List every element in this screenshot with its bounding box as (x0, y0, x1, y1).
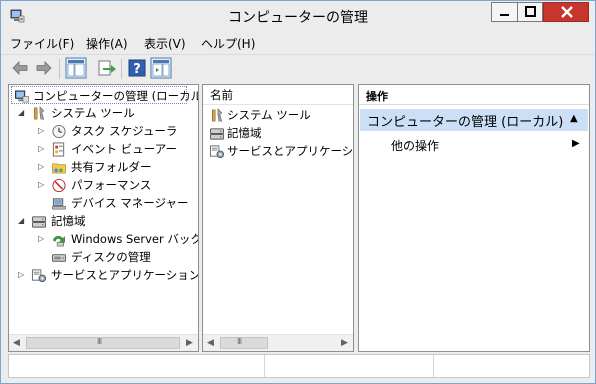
svg-text:?: ? (133, 62, 141, 77)
column-name-header: 名前 (210, 88, 233, 102)
tree-item-disk-management[interactable]: ディスクの管理 (9, 248, 197, 266)
show-hide-action-pane-icon[interactable] (150, 57, 172, 79)
list-item-label: システム ツール (227, 108, 311, 122)
tree-item-label: Windows Server バック (71, 232, 199, 246)
menu-file[interactable]: ファイル(F) (10, 35, 74, 52)
minimize-icon (500, 14, 509, 16)
more-actions-item[interactable]: 他の操作 (391, 137, 439, 154)
scroll-right-icon[interactable]: ▶ (186, 338, 193, 348)
action-pane-title: 操作 (366, 90, 388, 103)
tree-item-windows-server-backup[interactable]: ▷ Windows Server バック (9, 230, 199, 248)
task-scheduler-icon (52, 124, 66, 139)
collapsed-arrow-icon[interactable]: ▷ (38, 122, 44, 140)
menu-bar: ファイル(F) 操作(A) 表示(V) ヘルプ(H) (1, 32, 595, 53)
collapsed-arrow-icon[interactable]: ▷ (38, 158, 44, 176)
system-tools-icon (212, 108, 223, 122)
status-bar-divider (264, 355, 265, 377)
status-bar-divider (433, 355, 434, 377)
action-section-header[interactable]: コンピューターの管理 (ローカル) ▲ (360, 109, 588, 131)
maximize-button[interactable] (517, 2, 543, 22)
tree-item-event-viewer[interactable]: ▷ イベント ビューアー (9, 140, 197, 158)
submenu-arrow-icon[interactable]: ▶ (572, 138, 580, 149)
scroll-grip-icon: III (97, 337, 102, 346)
title-bar[interactable]: コンピューターの管理 (1, 1, 595, 32)
storage-icon (209, 128, 225, 140)
back-icon[interactable] (10, 58, 30, 78)
tree-item-label: デバイス マネージャー (71, 196, 189, 210)
tree-item-label: タスク スケジューラ (71, 124, 178, 138)
tree-item-system-tools[interactable]: ◢ システム ツール (9, 104, 197, 122)
maximize-icon (525, 6, 536, 17)
tree-root[interactable]: コンピューターの管理 (ローカル) (11, 86, 198, 104)
windows-server-backup-icon (53, 236, 65, 247)
action-section-label: コンピューターの管理 (ローカル) (367, 115, 564, 130)
close-icon (561, 6, 573, 18)
services-apps-icon (31, 269, 47, 283)
tree-item-services-apps[interactable]: ▷ サービスとアプリケーション (9, 266, 199, 284)
computer-management-icon (15, 90, 29, 103)
close-button[interactable] (543, 2, 589, 22)
collapsed-arrow-icon[interactable]: ▷ (18, 266, 24, 284)
list-item[interactable]: サービスとアプリケーション (203, 142, 353, 160)
menu-action[interactable]: 操作(A) (86, 35, 128, 52)
tree-item-storage[interactable]: ◢ 記憶域 (9, 212, 197, 230)
action-pane: 操作 コンピューターの管理 (ローカル) ▲ 他の操作 ▶ (358, 84, 590, 352)
forward-icon[interactable] (34, 58, 54, 78)
event-viewer-icon (52, 142, 65, 157)
tree-item-label: システム ツール (51, 106, 135, 120)
toolbar-separator (59, 59, 60, 79)
tree-item-label: パフォーマンス (71, 178, 152, 192)
disk-management-icon (51, 254, 67, 262)
menu-view[interactable]: 表示(V) (144, 35, 186, 52)
result-list-pane[interactable]: 名前 システム ツール 記憶域 サービスとアプリケーシ ◀ III ▶ (202, 84, 354, 352)
minimize-button[interactable] (491, 2, 517, 22)
help-icon[interactable]: ? (127, 58, 147, 78)
tree-item-device-manager[interactable]: デバイス マネージャー (9, 194, 197, 212)
tree-item-label: 共有フォルダー (71, 160, 152, 174)
list-item[interactable]: 記憶域 (203, 124, 353, 142)
scrollbar-thumb[interactable] (26, 337, 180, 349)
toolbar: ? (1, 54, 595, 83)
tree-item-task-scheduler[interactable]: ▷ タスク スケジューラ (9, 122, 197, 140)
tree-root-label: コンピューターの管理 (ローカル) (33, 89, 199, 103)
tree-horizontal-scrollbar[interactable]: ◀ III ▶ (9, 334, 198, 351)
scroll-right-icon[interactable]: ▶ (341, 338, 348, 348)
tree-item-label: サービスとアプリケーション (51, 268, 199, 282)
tree-item-label: 記憶域 (51, 214, 86, 228)
device-manager-icon (52, 198, 66, 210)
mmc-window: コンピューターの管理 ファイル(F) 操作(A) 表示(V) ヘルプ(H) ? … (0, 0, 596, 384)
expanded-arrow-icon[interactable]: ◢ (18, 104, 24, 122)
expanded-arrow-icon[interactable]: ◢ (18, 212, 24, 230)
shared-folders-icon (52, 163, 66, 174)
action-pane-header: 操作 (359, 85, 589, 105)
menu-help[interactable]: ヘルプ(H) (201, 35, 255, 52)
collapsed-arrow-icon[interactable]: ▷ (38, 230, 44, 248)
scrollbar-thumb[interactable] (220, 337, 268, 349)
collapsed-arrow-icon[interactable]: ▷ (38, 140, 44, 158)
tree-item-label: ディスクの管理 (71, 250, 151, 264)
show-hide-console-tree-icon[interactable] (65, 57, 87, 79)
services-apps-icon (209, 145, 225, 159)
collapse-up-icon[interactable]: ▲ (570, 113, 578, 124)
list-item[interactable]: システム ツール (203, 106, 353, 124)
list-horizontal-scrollbar[interactable]: ◀ III ▶ (203, 334, 353, 351)
scroll-left-icon[interactable]: ◀ (13, 338, 20, 348)
scroll-left-icon[interactable]: ◀ (207, 338, 214, 348)
export-list-icon[interactable] (97, 58, 117, 78)
tree-item-performance[interactable]: ▷ パフォーマンス (9, 176, 197, 194)
list-item-label: 記憶域 (227, 126, 262, 140)
tree-item-shared-folders[interactable]: ▷ 共有フォルダー (9, 158, 197, 176)
collapsed-arrow-icon[interactable]: ▷ (38, 176, 44, 194)
toolbar-separator (121, 59, 122, 79)
storage-icon (31, 216, 47, 228)
list-item-label: サービスとアプリケーション (227, 144, 354, 158)
tree-item-label: イベント ビューアー (71, 142, 178, 156)
status-bar (8, 354, 590, 378)
scroll-grip-icon: III (237, 337, 242, 346)
list-column-header[interactable]: 名前 (203, 85, 353, 105)
performance-icon (52, 178, 66, 193)
system-tools-icon (34, 106, 45, 120)
console-tree-pane[interactable]: コンピューターの管理 (ローカル) ◢ システム ツール ▷ タスク スケジュー… (8, 84, 199, 352)
